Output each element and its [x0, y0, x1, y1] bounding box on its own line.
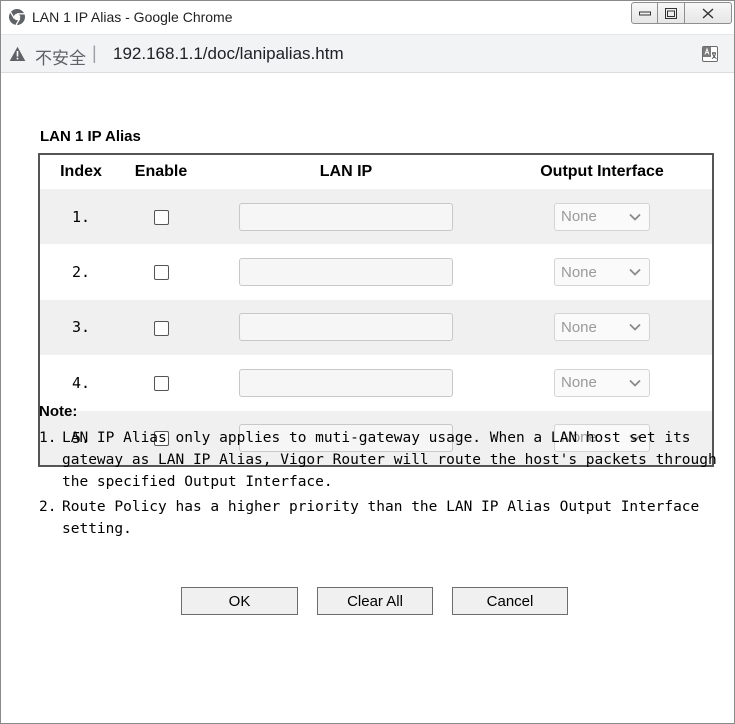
- note-number: 1.: [39, 430, 57, 446]
- maximize-icon: [665, 7, 677, 19]
- row-index: 3.: [39, 299, 122, 356]
- chevron-down-icon: [629, 379, 641, 387]
- column-header-output-interface: Output Interface: [540, 163, 664, 180]
- maximize-button[interactable]: [658, 2, 685, 24]
- page-title: LAN 1 IP Alias: [40, 128, 141, 145]
- note-number: 2.: [39, 499, 57, 515]
- enable-checkbox[interactable]: [153, 209, 169, 225]
- warning-icon[interactable]: [9, 46, 26, 62]
- note-item: 2. Route Policy has a higher priority th…: [39, 496, 719, 540]
- clear-all-button[interactable]: Clear All: [317, 587, 433, 615]
- column-header-enable: Enable: [134, 163, 188, 180]
- output-interface-cell: None: [492, 299, 713, 356]
- lan-ip-input[interactable]: [239, 202, 453, 231]
- ok-button[interactable]: OK: [181, 587, 298, 615]
- security-label[interactable]: 不安全: [35, 44, 86, 69]
- chrome-icon: [9, 9, 25, 26]
- title-bar: LAN 1 IP Alias - Google Chrome: [1, 1, 734, 35]
- enable-checkbox[interactable]: [153, 320, 169, 336]
- table-row: 2. None: [39, 244, 713, 300]
- enable-cell: [122, 189, 200, 245]
- lan-ip-cell: [200, 189, 492, 245]
- enable-cell: [122, 244, 200, 300]
- select-value: None: [561, 374, 597, 392]
- minimize-button[interactable]: [631, 2, 658, 24]
- lan-ip-cell: [200, 355, 492, 411]
- output-interface-select[interactable]: None: [554, 258, 650, 287]
- table-row: 4. None: [39, 355, 713, 411]
- translate-icon[interactable]: [702, 46, 718, 62]
- note-text: LAN IP Alias only applies to muti-gatewa…: [62, 430, 717, 490]
- address-bar: 不安全 | 192.168.1.1/doc/lanipalias.htm: [1, 35, 734, 73]
- row-index: 1.: [39, 189, 122, 245]
- address-separator: |: [92, 43, 97, 63]
- lan-ip-cell: [200, 244, 492, 300]
- output-interface-cell: None: [492, 355, 713, 411]
- action-buttons: OK Clear All Cancel: [181, 587, 568, 615]
- close-icon: [702, 7, 714, 19]
- note-title: Note:: [39, 403, 78, 420]
- output-interface-select[interactable]: None: [554, 368, 650, 397]
- chevron-down-icon: [629, 213, 641, 221]
- url-text[interactable]: 192.168.1.1/doc/lanipalias.htm: [113, 44, 344, 64]
- enable-cell: [122, 299, 200, 356]
- cancel-button[interactable]: Cancel: [452, 587, 568, 615]
- note-text: Route Policy has a higher priority than …: [62, 499, 700, 537]
- enable-checkbox[interactable]: [153, 375, 169, 391]
- column-header-index: Index: [60, 163, 102, 180]
- table-row: 1. None: [39, 189, 713, 245]
- lan-ip-input[interactable]: [239, 258, 453, 287]
- output-interface-cell: None: [492, 244, 713, 300]
- page-content: LAN 1 IP Alias Index Enable LAN IP Outpu…: [1, 73, 734, 723]
- select-value: None: [561, 208, 597, 226]
- lan-ip-cell: [200, 299, 492, 356]
- select-value: None: [561, 318, 597, 336]
- table-row: 3. None: [39, 299, 713, 356]
- window-title: LAN 1 IP Alias - Google Chrome: [32, 9, 233, 25]
- column-header-lan-ip: LAN IP: [319, 163, 373, 180]
- window-controls: [631, 2, 732, 24]
- select-value: None: [561, 263, 597, 281]
- note-item: 1. LAN IP Alias only applies to muti-gat…: [39, 427, 719, 493]
- chevron-down-icon: [629, 324, 641, 332]
- ip-alias-table: Index Enable LAN IP Output Interface 1. …: [38, 153, 714, 467]
- output-interface-cell: None: [492, 189, 713, 245]
- chevron-down-icon: [629, 268, 641, 276]
- browser-window: LAN 1 IP Alias - Google Chrome 不安全 | 192…: [0, 0, 735, 724]
- output-interface-select[interactable]: None: [554, 202, 650, 231]
- enable-checkbox[interactable]: [153, 265, 169, 281]
- close-button[interactable]: [685, 2, 732, 24]
- lan-ip-input[interactable]: [239, 368, 453, 397]
- note-list: 1. LAN IP Alias only applies to muti-gat…: [39, 427, 719, 540]
- minimize-icon: [638, 11, 651, 16]
- enable-cell: [122, 355, 200, 411]
- row-index: 2.: [39, 244, 122, 300]
- table-header-row: Index Enable LAN IP Output Interface: [39, 154, 713, 189]
- lan-ip-input[interactable]: [239, 313, 453, 342]
- output-interface-select[interactable]: None: [554, 313, 650, 342]
